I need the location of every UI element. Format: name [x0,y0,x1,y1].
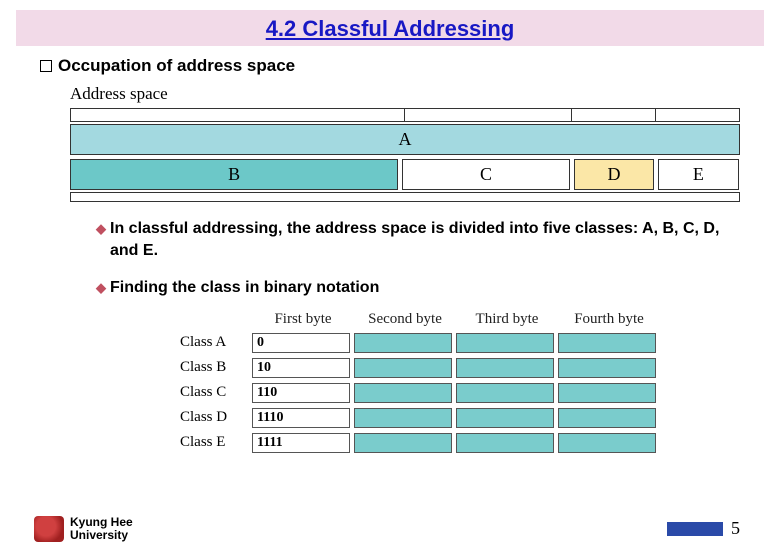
row-label: Class B [180,359,252,376]
byte-cell [354,333,452,353]
bullet-icon: ◆ [96,279,106,299]
row-label: Class E [180,434,252,451]
page-bar-icon [667,522,723,536]
byte-cell [354,383,452,403]
section-heading: Occupation of address space [40,56,750,76]
table-row: Class C 110 [180,383,750,403]
university-logo-icon [34,516,64,542]
class-b-bar: B [70,159,398,190]
class-e-bar: E [658,159,738,190]
prefix-cell: 1110 [252,408,350,428]
binary-class-table: First byte Second byte Third byte Fourth… [180,311,750,453]
byte-cell [354,358,452,378]
byte-cell [558,433,656,453]
class-a-bar: A [70,124,740,155]
byte-cell [456,383,554,403]
row-label: Class C [180,384,252,401]
byte-cell [558,383,656,403]
prefix-cell: 110 [252,383,350,403]
row-label: Class A [180,334,252,351]
byte-cell [456,433,554,453]
bullet-1-text: In classful addressing, the address spac… [110,218,750,261]
address-space-diagram: A B C D E [70,108,740,202]
university-name: Kyung Hee University [70,516,133,542]
bullet-2-text: Finding the class in binary notation [110,277,379,299]
bullet-2: ◆ Finding the class in binary notation [96,277,750,299]
prefix-cell: 1111 [252,433,350,453]
checkbox-icon [40,60,52,72]
byte-cell [354,408,452,428]
bullet-1: ◆ In classful addressing, the address sp… [96,218,750,261]
slide-footer: Kyung Hee University 5 [0,516,780,542]
byte-cell [456,408,554,428]
page-number: 5 [731,518,740,539]
slide-title: 4.2 Classful Addressing [16,10,764,46]
section-text: Occupation of address space [58,56,295,76]
col-header: Fourth byte [558,311,660,328]
col-header: Second byte [354,311,456,328]
prefix-cell: 10 [252,358,350,378]
byte-cell [558,408,656,428]
byte-cell [354,433,452,453]
class-c-bar: C [402,159,570,190]
address-space-label: Address space [70,84,750,104]
col-header: Third byte [456,311,558,328]
table-row: Class D 1110 [180,408,750,428]
byte-cell [456,333,554,353]
prefix-cell: 0 [252,333,350,353]
class-d-bar: D [574,159,654,190]
table-row: Class B 10 [180,358,750,378]
col-header: First byte [252,311,354,328]
table-row: Class E 1111 [180,433,750,453]
byte-cell [456,358,554,378]
table-row: Class A 0 [180,333,750,353]
bullet-icon: ◆ [96,220,106,261]
byte-cell [558,333,656,353]
byte-cell [558,358,656,378]
row-label: Class D [180,409,252,426]
